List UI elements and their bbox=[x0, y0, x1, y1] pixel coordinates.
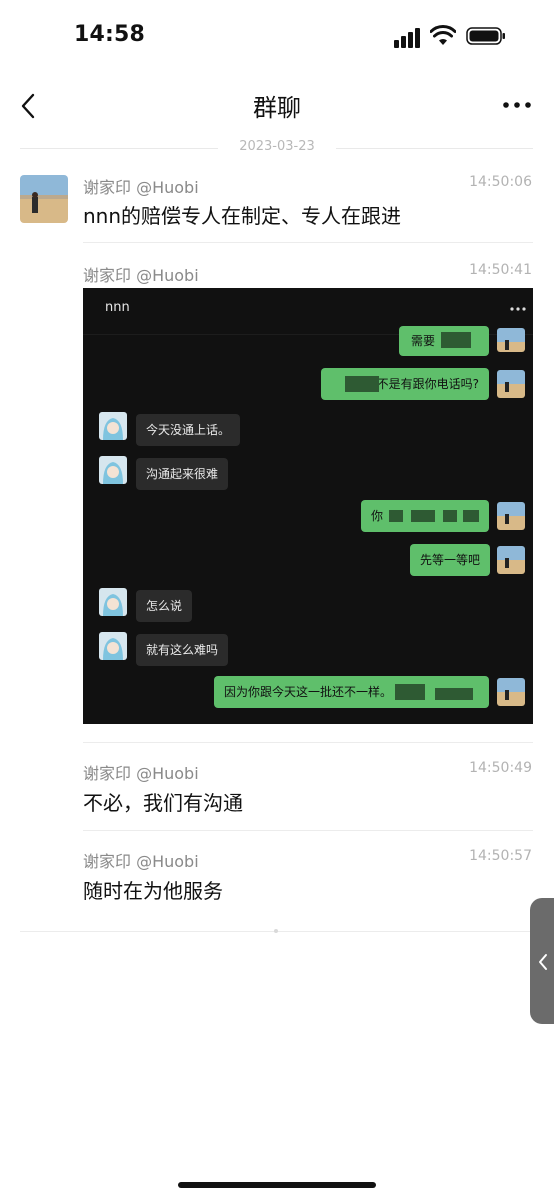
avatar bbox=[497, 370, 525, 398]
chat-bubble: 先等一等吧 bbox=[410, 544, 491, 576]
avatar[interactable] bbox=[20, 175, 68, 223]
chat-bubble: 沟通起来很难 bbox=[136, 458, 229, 490]
avatar bbox=[99, 588, 127, 616]
more-icon[interactable] bbox=[500, 98, 534, 112]
message-text[interactable]: nnn的赔偿专人在制定、专人在跟进 bbox=[83, 200, 401, 229]
date-separator: 2023-03-23 bbox=[239, 139, 315, 154]
avatar bbox=[497, 328, 525, 352]
message-time: 14:50:06 bbox=[469, 174, 532, 190]
message-text[interactable]: 随时在为他服务 bbox=[83, 875, 223, 904]
avatar bbox=[99, 456, 127, 484]
message-sender: 谢家印 @Huobi bbox=[83, 266, 199, 285]
avatar bbox=[497, 678, 525, 706]
more-icon bbox=[510, 307, 526, 311]
avatar bbox=[99, 412, 127, 440]
status-time: 14:58 bbox=[74, 22, 146, 47]
message-sender: 谢家印 @Huobi bbox=[83, 852, 199, 871]
message-sender: 谢家印 @Huobi bbox=[83, 178, 199, 197]
page-title: 群聊 bbox=[253, 94, 301, 122]
wifi-icon bbox=[430, 25, 456, 45]
chat-bubble: 就有这么难吗 bbox=[136, 634, 229, 666]
message-time: 14:50:41 bbox=[469, 262, 532, 278]
message-sender: 谢家印 @Huobi bbox=[83, 764, 199, 783]
list-end-dot bbox=[274, 929, 278, 933]
message-image[interactable]: nnn 需要 不是有跟你电话吗? 今天没通上话。 沟通起来很难 你 先等一等吧 … bbox=[83, 288, 533, 724]
chat-bubble: 今天没通上话。 bbox=[136, 414, 241, 446]
message-time: 14:50:57 bbox=[469, 848, 532, 864]
avatar bbox=[497, 546, 525, 574]
message-divider bbox=[83, 242, 533, 243]
battery-icon bbox=[466, 27, 505, 45]
avatar bbox=[497, 502, 525, 530]
embedded-chat-title: nnn bbox=[105, 300, 130, 315]
home-indicator[interactable] bbox=[178, 1182, 376, 1188]
message-time: 14:50:49 bbox=[469, 760, 532, 776]
chevron-left-icon[interactable] bbox=[537, 952, 549, 972]
message-divider bbox=[83, 742, 533, 743]
avatar bbox=[99, 632, 127, 660]
chat-bubble: 怎么说 bbox=[136, 590, 193, 622]
signal-icon bbox=[394, 28, 420, 48]
message-text[interactable]: 不必，我们有沟通 bbox=[83, 787, 243, 816]
message-divider bbox=[83, 830, 533, 831]
